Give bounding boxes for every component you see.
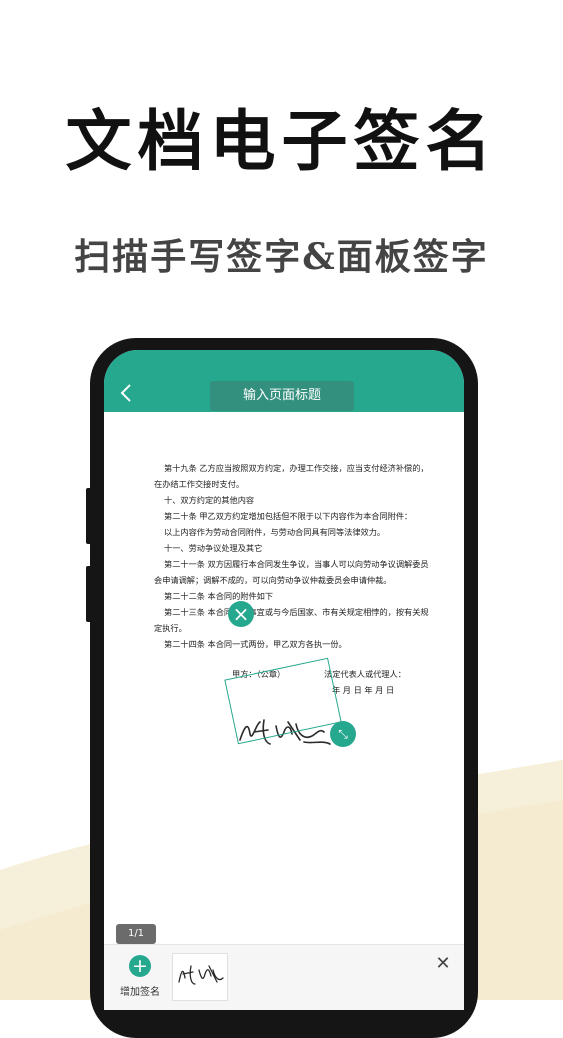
hero-title: 文档电子签名	[65, 102, 498, 180]
hero-subtitle: 扫描手写签字&面板签字	[74, 236, 489, 278]
signature-thumbnail-image	[178, 965, 224, 985]
phone-side-button	[86, 488, 92, 544]
doc-line: 法定代表人或代理人：	[324, 669, 406, 679]
phone-screen: 输入页面标题 第十九条 乙方应当按照双方约定，办理工作交接，应当支付经济补偿的，…	[104, 350, 464, 1010]
doc-line: 第十九条 乙方应当按照双方约定，办理工作交接，应当支付经济补偿的，	[164, 463, 429, 473]
doc-line: 第二十一条 双方因履行本合同发生争议，当事人可以向劳动争议调解委员	[164, 559, 429, 569]
doc-line: 十一、劳动争议处理及其它	[164, 543, 263, 553]
doc-line: 第二十二条 本合同的附件如下	[164, 591, 274, 601]
phone-side-button	[86, 566, 92, 622]
doc-line: 第二十条 甲乙双方约定增加包括但不限于以下内容作为本合同附件：	[164, 511, 413, 521]
app-bar: 输入页面标题	[104, 350, 464, 412]
page-title-input[interactable]: 输入页面标题	[210, 381, 354, 411]
add-signature-button[interactable]: + 增加签名	[116, 955, 164, 1005]
resize-icon[interactable]: ⤡	[330, 721, 356, 747]
doc-line: 第二十四条 本合同一式两份，甲乙双方各执一份。	[164, 639, 347, 649]
plus-icon: +	[129, 955, 151, 977]
add-signature-label: 增加签名	[120, 987, 160, 998]
doc-line: 以上内容作为劳动合同附件，与劳动合同具有同等法律效力。	[164, 527, 386, 537]
doc-line: 定执行。	[154, 623, 187, 633]
doc-line: 十、双方约定的其他内容	[164, 495, 255, 505]
doc-line: 会申请调解；调解不成的，可以向劳动争议仲裁委员会申请仲裁。	[154, 575, 392, 585]
page-indicator: 1/1	[116, 924, 156, 944]
doc-line: 在办结工作交接时支付。	[154, 479, 245, 489]
close-icon[interactable]: ×	[228, 601, 254, 627]
doc-line: 第二十三条 本合同未尽事宜或与今后国家、市有关规定相悖的，按有关规	[164, 607, 429, 617]
doc-line: 年 月 日 年 月 日	[332, 685, 395, 695]
signature-thumbnail[interactable]	[172, 953, 228, 1001]
signature-panel: + 增加签名 ✕	[104, 944, 464, 1010]
close-icon[interactable]: ✕	[434, 955, 452, 973]
chevron-left-icon[interactable]	[116, 382, 138, 404]
